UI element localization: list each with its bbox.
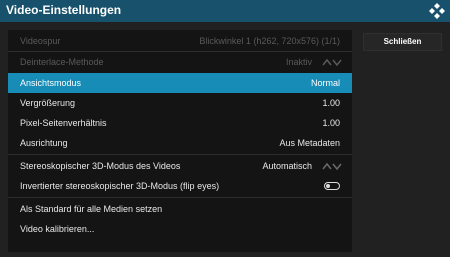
setting-label: Invertierter stereoskopischer 3D-Modus (…: [20, 181, 220, 191]
setting-label: Videospur: [20, 36, 61, 46]
kodi-logo-icon: [429, 3, 445, 19]
dialog-title: Video-Einstellungen: [6, 3, 122, 17]
divider: [8, 197, 352, 198]
setting-zoom[interactable]: Vergrößerung 1.00: [8, 93, 352, 113]
setting-value: Aus Metadaten: [279, 138, 340, 148]
setting-value: Blickwinkel 1 (h262, 720x576) (1/1): [199, 36, 340, 46]
title-bar: Video-Einstellungen: [0, 0, 450, 22]
action-label: Als Standard für alle Medien setzen: [20, 204, 163, 214]
setting-video-track[interactable]: Videospur Blickwinkel 1 (h262, 720x576) …: [8, 31, 352, 51]
setting-value: Inaktiv: [285, 57, 312, 67]
setting-deinterlace-method[interactable]: Deinterlace-Methode Inaktiv: [8, 52, 352, 72]
divider: [8, 154, 352, 155]
setting-pixel-aspect-ratio[interactable]: Pixel-Seitenverhältnis 1.00: [8, 113, 352, 133]
settings-list: Videospur Blickwinkel 1 (h262, 720x576) …: [8, 30, 352, 252]
toggle-knob: [326, 184, 330, 188]
setting-value: 1.00: [322, 98, 340, 108]
setting-label: Stereoskopischer 3D-Modus des Videos: [20, 161, 181, 171]
setting-label: Ansichtsmodus: [20, 78, 82, 88]
setting-invert-stereoscopic-3d[interactable]: Invertierter stereoskopischer 3D-Modus (…: [8, 176, 352, 196]
setting-value: Automatisch: [262, 161, 312, 171]
action-calibrate-video[interactable]: Video kalibrieren...: [8, 219, 352, 239]
setting-value: Normal: [310, 78, 340, 88]
setting-label: Pixel-Seitenverhältnis: [20, 118, 107, 128]
spinner-arrows-icon[interactable]: [322, 58, 342, 66]
toggle-switch[interactable]: [324, 182, 340, 190]
action-set-as-default[interactable]: Als Standard für alle Medien setzen: [8, 199, 352, 219]
spinner-arrows-icon[interactable]: [322, 162, 342, 170]
setting-label: Vergrößerung: [20, 98, 76, 108]
close-button[interactable]: Schließen: [363, 33, 442, 51]
setting-orientation[interactable]: Ausrichtung Aus Metadaten: [8, 133, 352, 153]
setting-label: Deinterlace-Methode: [20, 57, 104, 67]
setting-label: Ausrichtung: [20, 138, 68, 148]
setting-stereoscopic-3d-mode[interactable]: Stereoskopischer 3D-Modus des Videos Aut…: [8, 156, 352, 176]
setting-view-mode[interactable]: Ansichtsmodus Normal: [8, 73, 352, 93]
setting-value: 1.00: [322, 118, 340, 128]
action-label: Video kalibrieren...: [20, 224, 95, 234]
